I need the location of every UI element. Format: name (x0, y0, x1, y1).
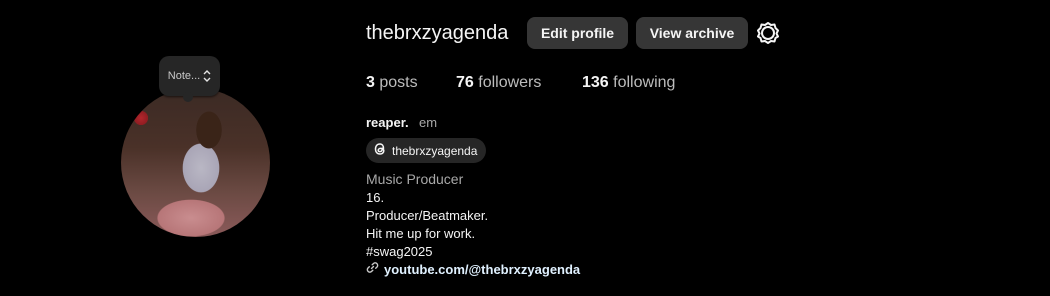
threads-handle: thebrxzyagenda (392, 143, 478, 158)
bio-line: Producer/Beatmaker. (366, 208, 489, 223)
bio: 16. Producer/Beatmaker. Hit me up for wo… (366, 189, 488, 261)
bio-line: 16. (366, 190, 385, 205)
profile-avatar[interactable] (121, 88, 270, 237)
threads-badge[interactable]: thebrxzyagenda (366, 138, 487, 163)
edit-profile-button[interactable]: Edit profile (527, 17, 628, 49)
gear-icon[interactable] (756, 21, 780, 45)
following-stat[interactable]: 136 following (582, 74, 675, 92)
followers-stat[interactable]: 76 followers (456, 74, 541, 92)
pronouns: em (419, 115, 438, 130)
following-count: 136 (582, 74, 609, 91)
note-bubble[interactable]: Note... (159, 56, 220, 102)
link-icon (366, 261, 379, 277)
note-placeholder: Note... (167, 70, 201, 82)
chevron-up-down-icon (203, 69, 211, 83)
avatar-image[interactable] (121, 88, 270, 237)
followers-count: 76 (456, 74, 474, 91)
profile-category: Music Producer (366, 171, 464, 187)
posts-count: 3 (366, 74, 375, 91)
bio-line: Hit me up for work. (366, 226, 476, 241)
username: thebrxzyagenda (366, 22, 509, 44)
view-archive-button[interactable]: View archive (636, 17, 748, 49)
threads-icon (373, 142, 387, 159)
followers-label: followers (478, 74, 542, 91)
external-link[interactable]: youtube.com/@thebrxzyagenda (366, 261, 580, 277)
posts-stat: 3 posts (366, 74, 418, 92)
display-name: reaper. (366, 115, 409, 130)
following-label: following (613, 74, 676, 91)
bio-line: #swag2025 (366, 244, 433, 259)
link-text[interactable]: youtube.com/@thebrxzyagenda (384, 262, 580, 277)
posts-label: posts (379, 74, 418, 91)
